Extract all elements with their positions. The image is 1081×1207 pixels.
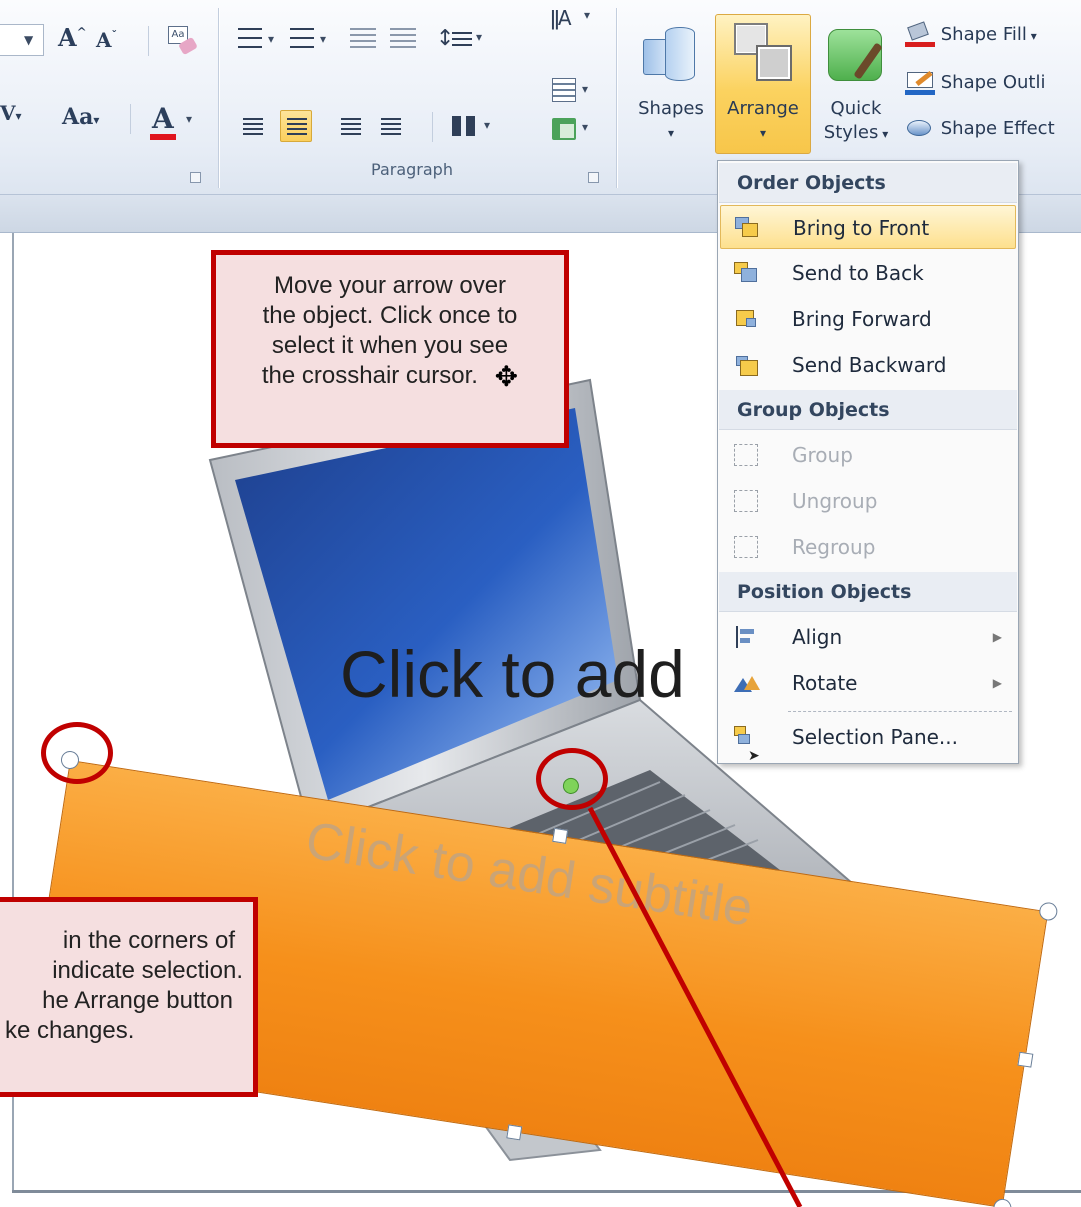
ungroup-icon	[734, 490, 758, 512]
menu-item-send-backward[interactable]: Send Backward	[720, 343, 1016, 387]
menu-item-group[interactable]: Group	[720, 433, 1016, 477]
rotate-icon	[734, 672, 760, 694]
menu-item-bring-forward[interactable]: Bring Forward	[720, 297, 1016, 341]
arrange-dropdown-menu: Order Objects Bring to Front Send to Bac…	[717, 160, 1019, 764]
group-icon	[734, 444, 758, 466]
regroup-icon	[734, 536, 758, 558]
menu-item-rotate[interactable]: Rotate ▶	[720, 661, 1016, 705]
instruction-callout-bottom: in the corners of indicate selection. he…	[0, 897, 258, 1097]
menu-item-send-to-back[interactable]: Send to Back	[720, 251, 1016, 295]
submenu-arrow-icon: ▶	[992, 630, 1002, 644]
selection-pane-icon: ➤	[734, 726, 760, 764]
powerpoint-screenshot: ▼ A^ Aˇ Aa V▾ Aa▾ A ▾ ▾ ▾ ↕ ▾ ǁA ▾ ▾ ▾ ▾…	[0, 0, 1081, 1207]
menu-item-ungroup[interactable]: Ungroup	[720, 479, 1016, 523]
bring-to-front-icon	[735, 217, 759, 239]
position-objects-header: Position Objects	[719, 572, 1017, 612]
send-to-back-icon	[734, 262, 758, 284]
align-icon	[734, 626, 758, 648]
instruction-callout-top: Move your arrow over the object. Click o…	[211, 250, 569, 448]
move-cursor-icon: ✥	[494, 360, 519, 392]
menu-item-selection-pane[interactable]: ➤ Selection Pane...	[720, 715, 1016, 764]
bring-forward-icon	[734, 308, 758, 330]
submenu-arrow-icon: ▶	[992, 676, 1002, 690]
order-objects-header: Order Objects	[719, 163, 1017, 203]
menu-item-bring-to-front[interactable]: Bring to Front	[720, 205, 1016, 249]
menu-divider	[788, 711, 1012, 712]
menu-item-regroup[interactable]: Regroup	[720, 525, 1016, 569]
menu-item-align[interactable]: Align ▶	[720, 615, 1016, 659]
group-objects-header: Group Objects	[719, 390, 1017, 430]
send-backward-icon	[734, 354, 758, 376]
